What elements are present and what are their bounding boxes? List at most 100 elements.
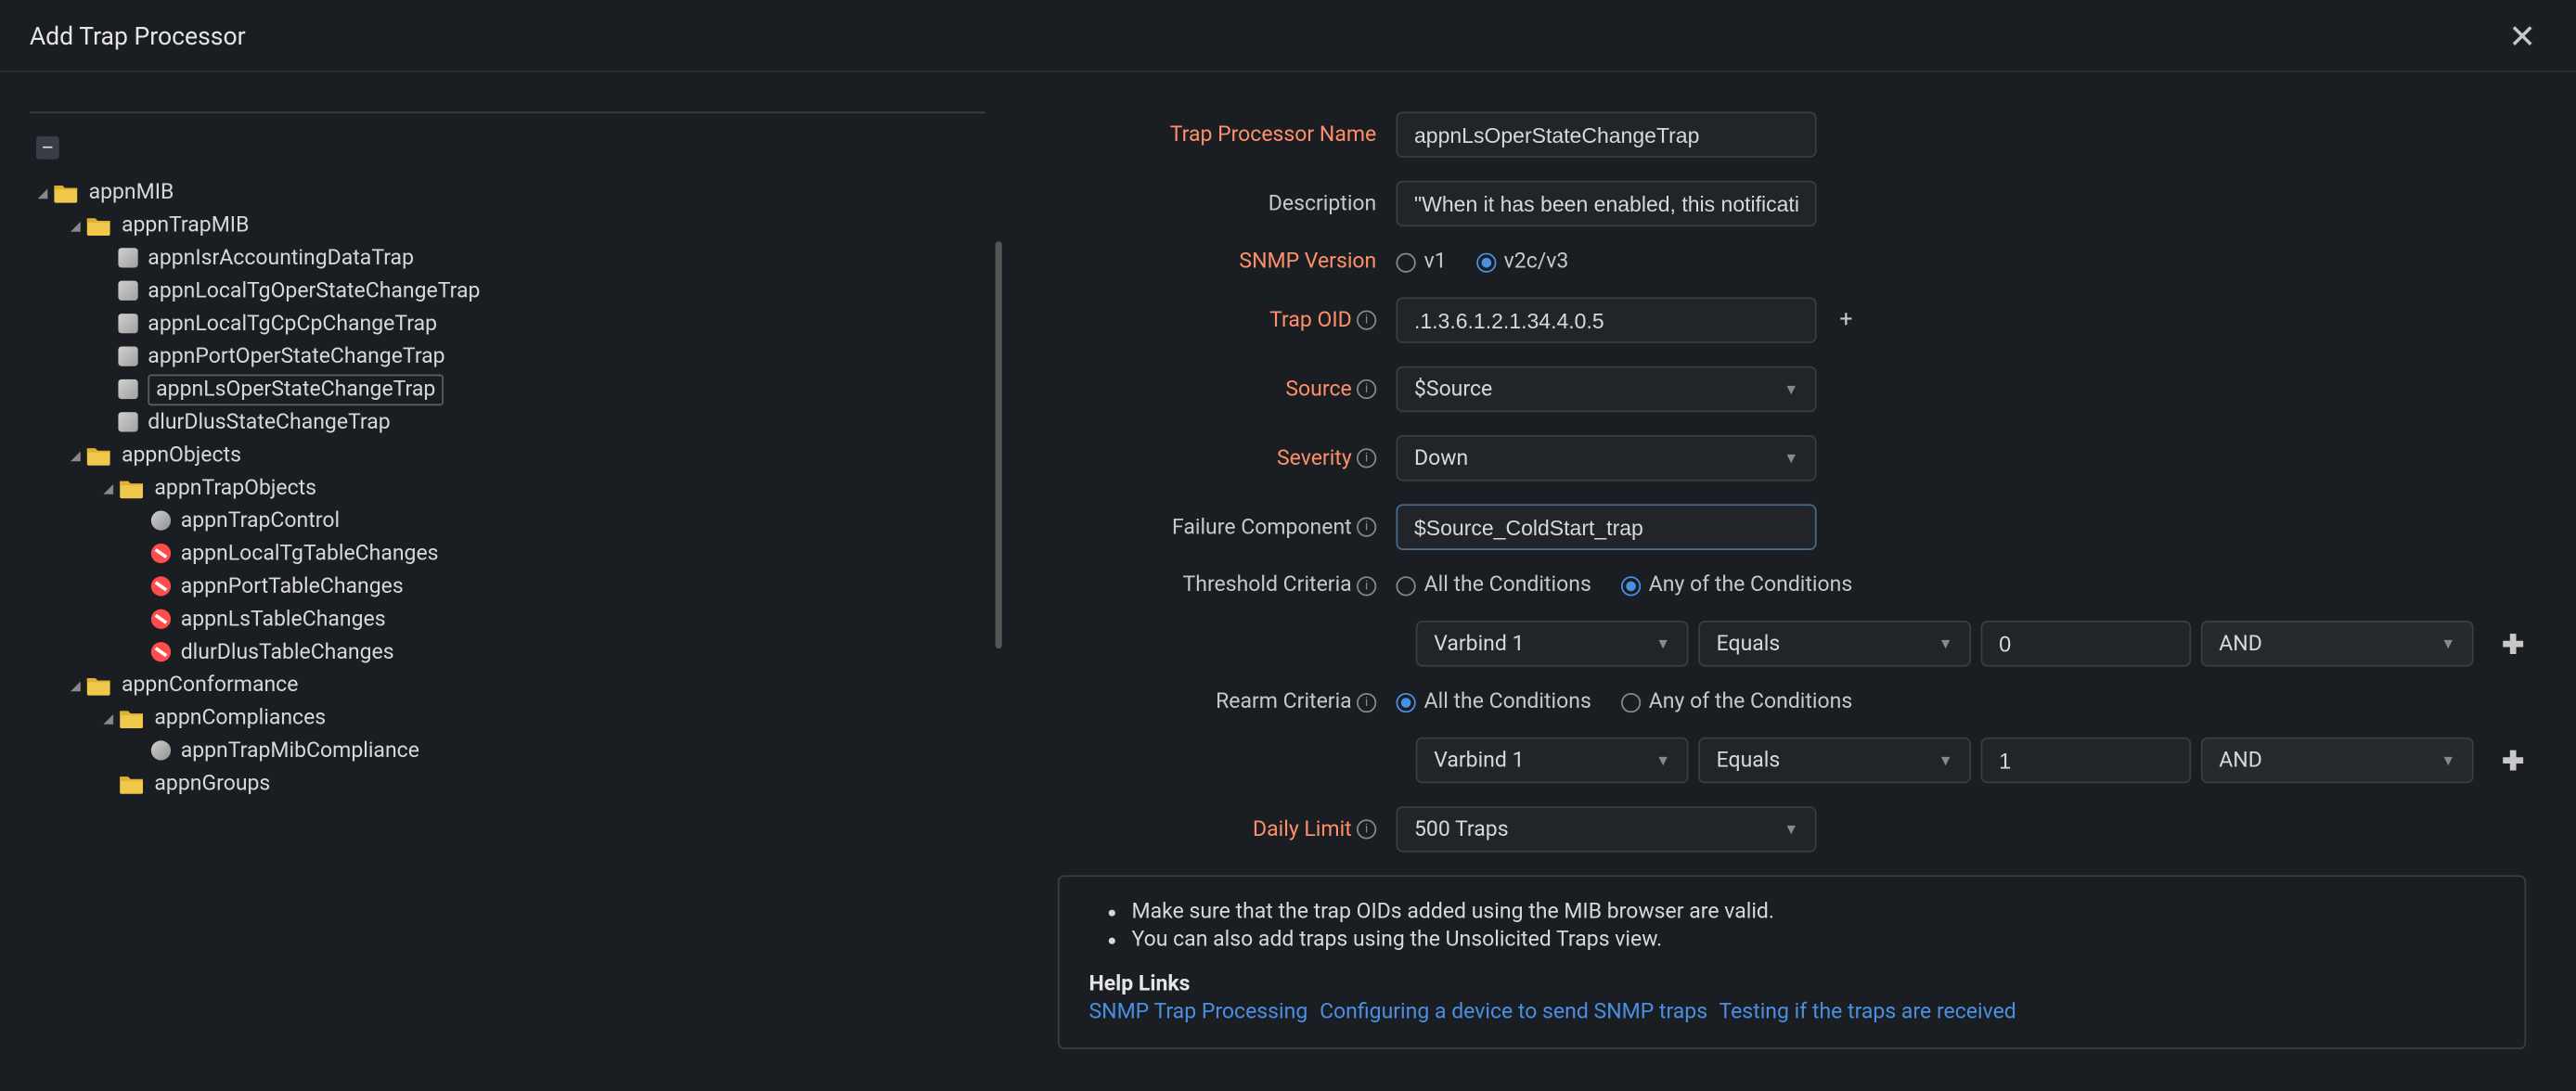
snmp-v2-radio[interactable]: v2c/v3 bbox=[1476, 250, 1569, 275]
threshold-operator-select[interactable]: Equals▼ bbox=[1698, 621, 1971, 667]
compliance-icon bbox=[151, 740, 171, 760]
tree-leaf[interactable]: appnIsrAccountingDataTrap bbox=[148, 246, 414, 271]
expand-toggle[interactable]: ◢ bbox=[66, 445, 85, 465]
tree-node-appntrapmib[interactable]: appnTrapMIB bbox=[122, 212, 249, 237]
collapse-all-button[interactable]: – bbox=[36, 136, 59, 160]
folder-icon bbox=[118, 477, 144, 498]
info-icon[interactable]: i bbox=[1357, 379, 1376, 399]
daily-limit-select[interactable]: 500 Traps▼ bbox=[1397, 806, 1817, 853]
tree-leaf-selected[interactable]: appnLsOperStateChangeTrap bbox=[148, 374, 444, 405]
label-snmp: SNMP Version bbox=[1051, 250, 1397, 275]
tree-node-trapobjects[interactable]: appnTrapObjects bbox=[154, 475, 316, 500]
info-icon[interactable]: i bbox=[1357, 692, 1376, 712]
tree-leaf[interactable]: appnLocalTgTableChanges bbox=[181, 541, 439, 566]
mib-tree-panel: – ◢ appnMIB ◢ appnTrapMIB appnIsrAccount… bbox=[30, 111, 985, 1049]
trap-icon bbox=[118, 281, 137, 301]
folder-icon bbox=[118, 707, 144, 728]
rearm-varbind-select[interactable]: Varbind 1▼ bbox=[1416, 738, 1689, 784]
snmp-v1-radio[interactable]: v1 bbox=[1397, 250, 1447, 275]
folder-icon bbox=[85, 214, 111, 236]
threshold-varbind-select[interactable]: Varbind 1▼ bbox=[1416, 621, 1689, 667]
label-severity: Severityi bbox=[1051, 446, 1397, 471]
trap-icon bbox=[118, 248, 137, 267]
tree-node-appnmib[interactable]: appnMIB bbox=[89, 180, 174, 205]
rearm-any-radio[interactable]: Any of the Conditions bbox=[1621, 689, 1853, 714]
info-icon[interactable]: i bbox=[1357, 575, 1376, 595]
tree-leaf[interactable]: appnLsTableChanges bbox=[181, 607, 386, 632]
radio-label: All the Conditions bbox=[1424, 689, 1591, 714]
rearm-all-radio[interactable]: All the Conditions bbox=[1397, 689, 1591, 714]
modal-title: Add Trap Processor bbox=[30, 20, 246, 50]
help-links-title: Help Links bbox=[1089, 972, 2495, 997]
label-failure: Failure Componenti bbox=[1051, 515, 1397, 540]
label-desc: Description bbox=[1051, 191, 1397, 216]
add-rearm-button[interactable]: ✚ bbox=[2500, 745, 2526, 777]
counter-icon bbox=[151, 544, 171, 563]
radio-label: Any of the Conditions bbox=[1649, 689, 1852, 714]
control-icon bbox=[151, 510, 171, 530]
threshold-all-radio[interactable]: All the Conditions bbox=[1397, 573, 1591, 598]
expand-toggle[interactable]: ◢ bbox=[66, 215, 85, 235]
tree-node-groups[interactable]: appnGroups bbox=[154, 771, 270, 796]
rearm-operator-select[interactable]: Equals▼ bbox=[1698, 738, 1971, 784]
description-input[interactable] bbox=[1397, 181, 1817, 227]
label-threshold: Threshold Criteriai bbox=[1051, 573, 1397, 598]
info-icon[interactable]: i bbox=[1357, 518, 1376, 537]
folder-icon bbox=[118, 773, 144, 794]
add-threshold-button[interactable]: ✚ bbox=[2500, 628, 2526, 660]
trap-icon bbox=[118, 346, 137, 366]
tree-scrollbar[interactable] bbox=[996, 241, 1006, 648]
help-link-config[interactable]: Configuring a device to send SNMP traps bbox=[1320, 1000, 1707, 1025]
tree-leaf[interactable]: dlurDlusTableChanges bbox=[181, 639, 394, 664]
tree-leaf[interactable]: appnLocalTgCpCpChangeTrap bbox=[148, 311, 437, 336]
help-link-test[interactable]: Testing if the traps are received bbox=[1719, 1000, 2016, 1025]
form-panel: Trap Processor Name Description SNMP Ver… bbox=[1051, 111, 2546, 1049]
tree-leaf[interactable]: appnTrapControl bbox=[181, 508, 340, 533]
help-note: You can also add traps using the Unsolic… bbox=[1132, 928, 2495, 953]
folder-icon bbox=[53, 182, 79, 203]
help-note: Make sure that the trap OIDs added using… bbox=[1132, 900, 2495, 925]
label-oid: Trap OIDi bbox=[1051, 308, 1397, 333]
label-source: Sourcei bbox=[1051, 377, 1397, 402]
threshold-any-radio[interactable]: Any of the Conditions bbox=[1621, 573, 1853, 598]
rearm-logic-select[interactable]: AND▼ bbox=[2201, 738, 2474, 784]
close-button[interactable]: ✕ bbox=[2499, 9, 2546, 62]
tree-leaf[interactable]: appnPortTableChanges bbox=[181, 574, 404, 599]
info-icon[interactable]: i bbox=[1357, 311, 1376, 330]
label-name: Trap Processor Name bbox=[1051, 122, 1397, 148]
counter-icon bbox=[151, 610, 171, 629]
rearm-value-input[interactable] bbox=[1981, 738, 2192, 784]
tree-node-compliances[interactable]: appnCompliances bbox=[154, 705, 326, 730]
tree-leaf[interactable]: appnTrapMibCompliance bbox=[181, 738, 419, 764]
help-link-snmp[interactable]: SNMP Trap Processing bbox=[1089, 1000, 1308, 1025]
expand-toggle[interactable]: ◢ bbox=[32, 182, 52, 201]
tree-leaf[interactable]: dlurDlusStateChangeTrap bbox=[148, 410, 390, 435]
tree-node-conformance[interactable]: appnConformance bbox=[122, 673, 298, 698]
expand-toggle[interactable]: ◢ bbox=[98, 708, 118, 727]
threshold-logic-select[interactable]: AND▼ bbox=[2201, 621, 2474, 667]
folder-icon bbox=[85, 444, 111, 466]
label-daily: Daily Limiti bbox=[1051, 817, 1397, 842]
tree-leaf[interactable]: appnPortOperStateChangeTrap bbox=[148, 344, 444, 369]
radio-label: v2c/v3 bbox=[1504, 250, 1569, 275]
counter-icon bbox=[151, 642, 171, 661]
add-oid-button[interactable]: + bbox=[1833, 307, 1859, 333]
source-select[interactable]: $Source▼ bbox=[1397, 366, 1817, 413]
tree-node-appnobjects[interactable]: appnObjects bbox=[122, 443, 241, 468]
expand-toggle[interactable]: ◢ bbox=[66, 674, 85, 694]
severity-select[interactable]: Down▼ bbox=[1397, 435, 1817, 481]
counter-icon bbox=[151, 576, 171, 596]
trap-name-input[interactable] bbox=[1397, 111, 1817, 158]
info-icon[interactable]: i bbox=[1357, 819, 1376, 839]
info-icon[interactable]: i bbox=[1357, 448, 1376, 468]
trap-icon bbox=[118, 412, 137, 431]
trap-icon bbox=[118, 379, 137, 399]
failure-component-input[interactable] bbox=[1397, 504, 1817, 550]
tree-leaf[interactable]: appnLocalTgOperStateChangeTrap bbox=[148, 278, 480, 303]
radio-label: Any of the Conditions bbox=[1649, 573, 1852, 598]
expand-toggle[interactable]: ◢ bbox=[98, 478, 118, 497]
threshold-value-input[interactable] bbox=[1981, 621, 2192, 667]
trap-oid-input[interactable] bbox=[1397, 297, 1817, 343]
trap-icon bbox=[118, 314, 137, 333]
help-box: Make sure that the trap OIDs added using… bbox=[1058, 875, 2526, 1049]
